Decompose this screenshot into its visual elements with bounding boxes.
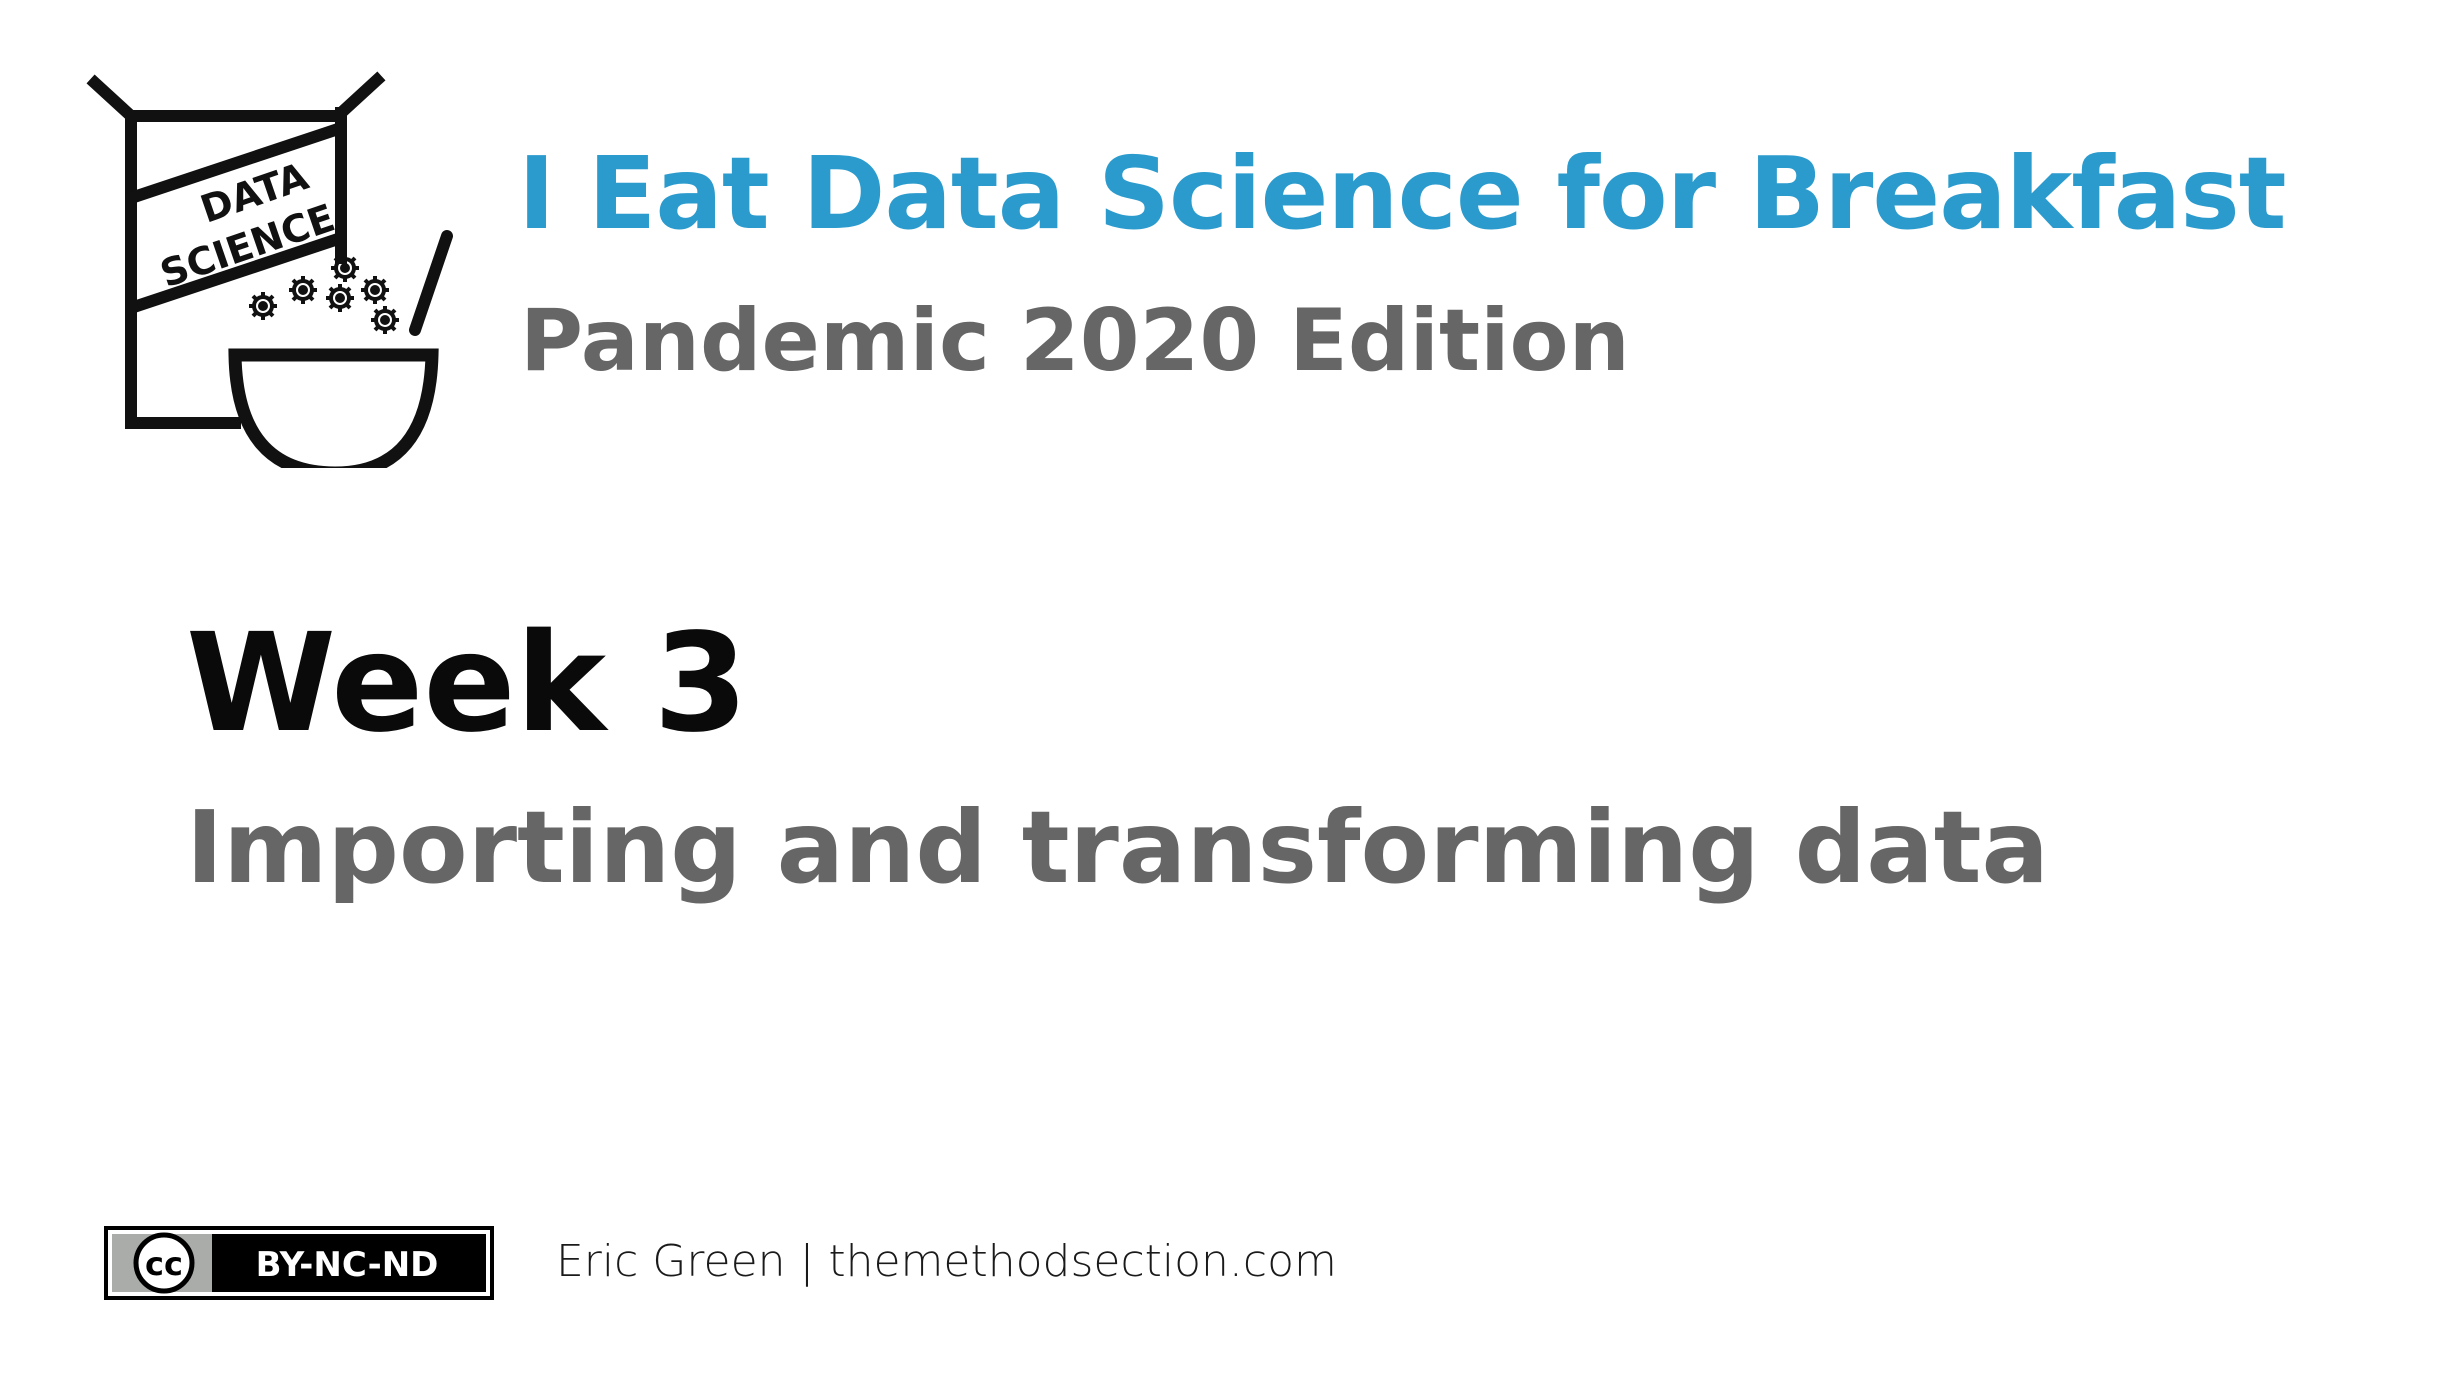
week-title: Week 3 [186, 605, 749, 763]
license-badge: cc BY-NC-ND [104, 1226, 494, 1300]
cereal-box-bowl-icon: DATA SCIENCE [86, 71, 453, 468]
course-subtitle: Pandemic 2020 Edition [520, 291, 1630, 391]
license-label: BY-NC-ND [256, 1245, 439, 1285]
week-subtitle: Importing and transforming data [186, 789, 2049, 906]
cc-symbol: cc [145, 1245, 183, 1283]
footer-credit: Eric Green | themethodsection.com [556, 1236, 1337, 1287]
course-title: I Eat Data Science for Breakfast [518, 135, 2287, 252]
